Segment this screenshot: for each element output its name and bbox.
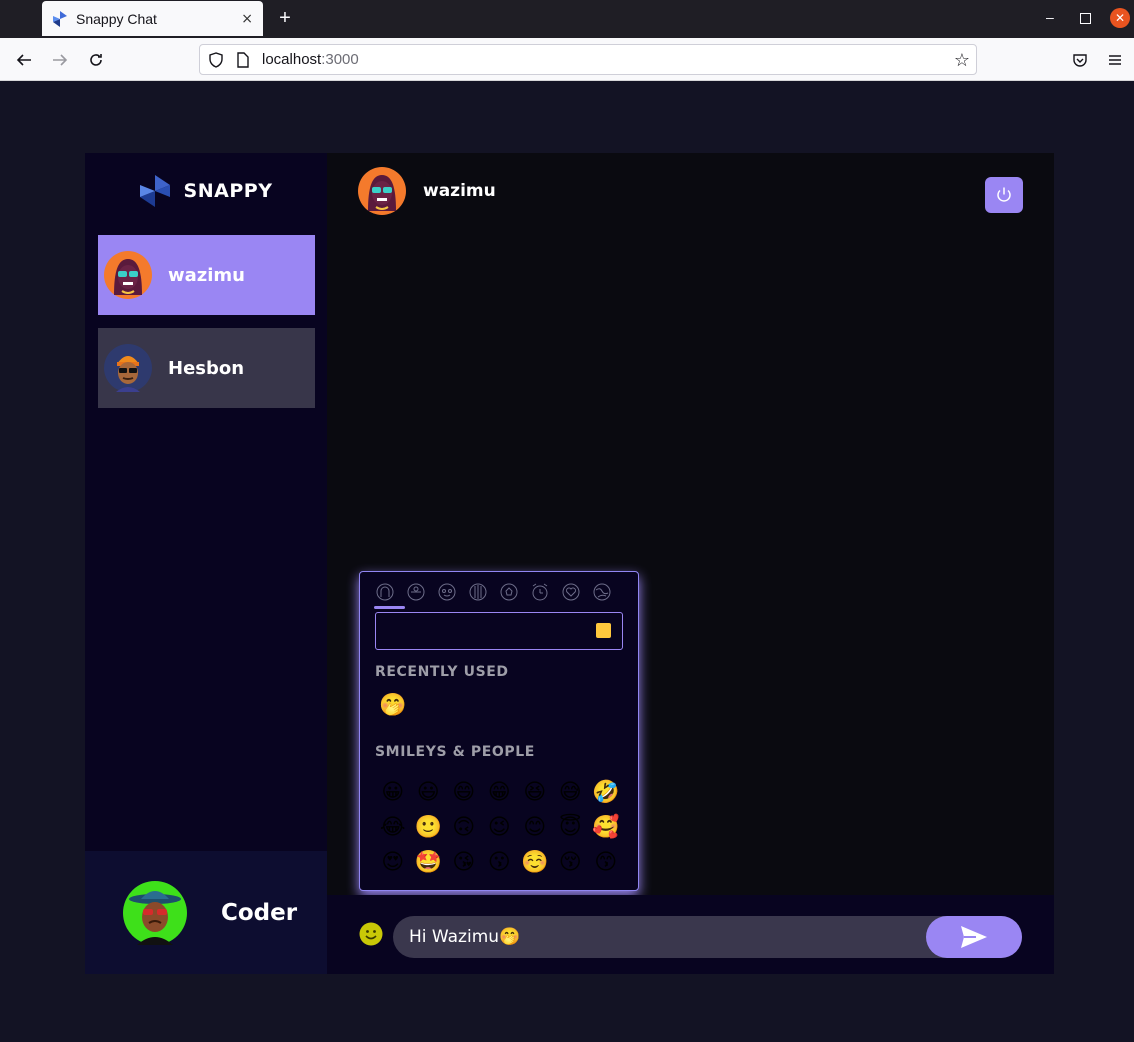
message-input-bar (327, 895, 1054, 974)
category-animals-icon[interactable] (436, 581, 458, 603)
power-icon (997, 187, 1011, 202)
emoji-button[interactable]: 😘 (446, 845, 482, 880)
emoji-picker: RECENTLY USED 🤭 SMILEYS & PEOPLE 😀 😃 😄 😁… (359, 571, 639, 891)
category-indicator (374, 606, 405, 609)
category-activity-icon[interactable] (498, 581, 520, 603)
avatar-hesbon (104, 344, 152, 392)
skin-tone-button[interactable] (596, 623, 611, 638)
emoji-row: 😀 😃 😄 😁 😆 😅 🤣 (375, 775, 624, 810)
arrow-right-icon (53, 54, 68, 66)
browser-tab[interactable]: Snappy Chat × (42, 1, 263, 36)
smiley-icon[interactable] (359, 922, 383, 946)
emoji-button[interactable]: 🙃 (446, 810, 482, 845)
reload-button[interactable] (84, 48, 108, 72)
emoji-button[interactable]: 😀 (375, 775, 411, 810)
emoji-button[interactable]: 🤩 (411, 845, 447, 880)
url-bar[interactable]: localhost:3000 ☆ (199, 44, 977, 75)
emoji-button[interactable]: 🙂 (411, 810, 447, 845)
category-travel-icon[interactable] (529, 581, 551, 603)
url-port: :3000 (321, 51, 359, 68)
new-tab-button[interactable]: + (274, 6, 296, 30)
browser-nav-bar: localhost:3000 ☆ (0, 38, 1134, 81)
smileys-people-title: SMILEYS & PEOPLE (375, 744, 535, 760)
chat-username: wazimu (423, 181, 496, 201)
emoji-button[interactable]: 🥰 (588, 810, 624, 845)
emoji-button[interactable]: 😅 (553, 775, 589, 810)
emoji-button[interactable]: 🤣 (588, 775, 624, 810)
current-user: Coder (85, 851, 327, 974)
send-button[interactable] (926, 916, 1022, 958)
emoji-button[interactable]: 😆 (517, 775, 553, 810)
emoji-button[interactable]: 😊 (517, 810, 553, 845)
category-objects-icon[interactable] (560, 581, 582, 603)
emoji-button[interactable]: 😉 (482, 810, 518, 845)
window-close-button[interactable]: ✕ (1110, 8, 1130, 28)
category-food-icon[interactable] (467, 581, 489, 603)
chat-header: wazimu (358, 167, 496, 215)
brand: SNAPPY (85, 175, 327, 207)
emoji-button[interactable]: 😚 (553, 845, 589, 880)
contacts-sidebar: SNAPPY wazimu Hesbon Coder (85, 153, 327, 974)
emoji-row: 😍 🤩 😘 😗 ☺️ 😚 😙 (375, 845, 624, 880)
url-host: localhost (262, 51, 322, 68)
hamburger-menu-icon[interactable] (1103, 48, 1127, 72)
brand-name: SNAPPY (183, 180, 273, 202)
recently-used-title: RECENTLY USED (375, 664, 509, 680)
chat-panel: wazimu RECENTLY USED 🤭 SMILEYS & PEOPLE … (327, 153, 1054, 974)
contact-name: wazimu (168, 264, 245, 286)
forward-button[interactable] (48, 48, 72, 72)
window-minimize-button[interactable]: – (1046, 9, 1054, 25)
emoji-button[interactable]: 😄 (446, 775, 482, 810)
logout-button[interactable] (985, 177, 1023, 213)
current-user-name: Coder (221, 899, 298, 926)
emoji-search-input[interactable] (375, 612, 623, 650)
emoji-button[interactable]: 😁 (482, 775, 518, 810)
window-maximize-button[interactable] (1080, 13, 1091, 24)
arrow-left-icon (16, 54, 31, 66)
snappy-logo-icon (139, 175, 170, 207)
message-field-wrapper (393, 916, 1022, 958)
shield-icon[interactable] (208, 51, 224, 68)
back-button[interactable] (12, 48, 36, 72)
tab-close-icon[interactable]: × (241, 11, 253, 27)
avatar-coder (123, 880, 187, 945)
emoji-button[interactable]: 🤭 (375, 688, 411, 723)
emoji-category-bar (374, 581, 613, 603)
emoji-row: 😂 🙂 🙃 😉 😊 😇 🥰 (375, 810, 624, 845)
emoji-button[interactable]: 😂 (375, 810, 411, 845)
emoji-button[interactable]: 😇 (553, 810, 589, 845)
emoji-button[interactable]: 😍 (375, 845, 411, 880)
browser-tab-bar: Snappy Chat × + – ✕ (0, 0, 1134, 38)
contact-wazimu[interactable]: wazimu (98, 235, 315, 315)
emoji-button[interactable]: 😃 (411, 775, 447, 810)
snappy-favicon-icon (52, 10, 68, 27)
emoji-button[interactable]: 😗 (482, 845, 518, 880)
emoji-button[interactable]: ☺️ (517, 845, 553, 880)
emoji-button[interactable]: 😙 (588, 845, 624, 880)
recent-emoji-row: 🤭 (375, 688, 411, 723)
category-smileys-icon[interactable] (405, 581, 427, 603)
category-recent-icon[interactable] (374, 581, 396, 603)
send-icon (961, 926, 987, 948)
message-input[interactable] (409, 916, 909, 958)
avatar-wazimu (358, 167, 406, 215)
contact-name: Hesbon (168, 357, 245, 379)
avatar-wazimu (104, 251, 152, 299)
reload-icon (90, 54, 102, 66)
chat-app: SNAPPY wazimu Hesbon Coder wazimu RECENT… (85, 153, 1054, 974)
category-flags-icon[interactable] (591, 581, 613, 603)
tab-title: Snappy Chat (76, 10, 157, 27)
contact-hesbon[interactable]: Hesbon (98, 328, 315, 408)
star-icon[interactable]: ☆ (954, 50, 970, 71)
url-text[interactable]: localhost:3000 (262, 51, 359, 68)
page-icon (237, 51, 249, 68)
pocket-icon[interactable] (1068, 48, 1092, 72)
